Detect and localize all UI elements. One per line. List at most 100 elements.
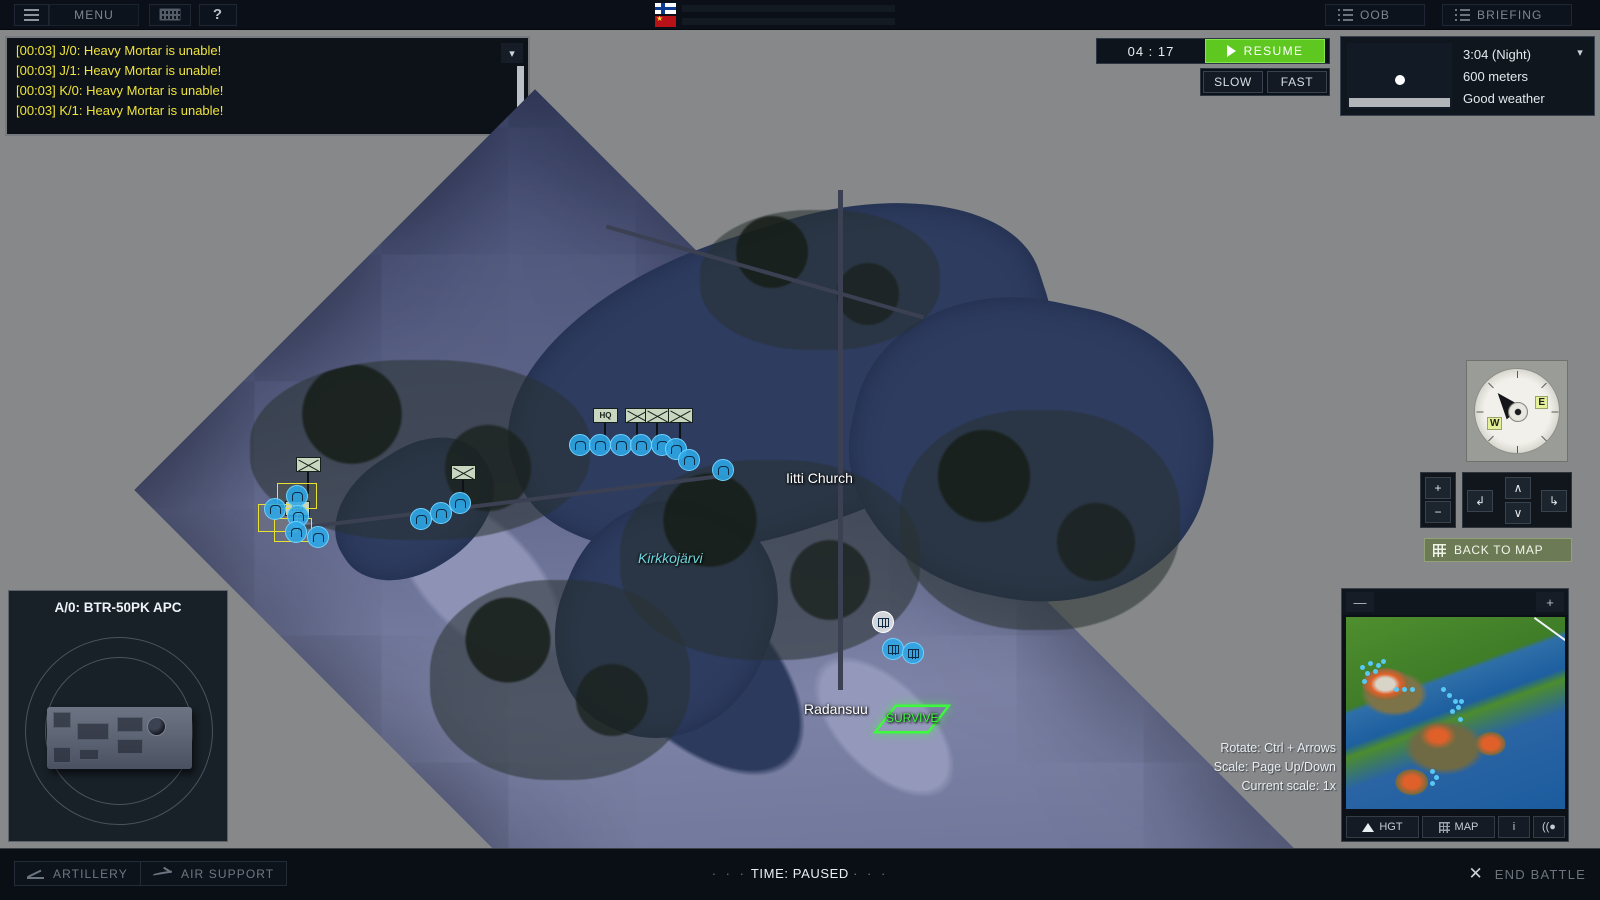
nato-marker[interactable] bbox=[668, 408, 693, 423]
map-label-settlement: Radansuu bbox=[804, 701, 868, 717]
keyboard-shortcuts-button[interactable] bbox=[149, 4, 191, 26]
minimap-zoom-bar: — + bbox=[1342, 589, 1568, 615]
nato-marker[interactable] bbox=[645, 408, 670, 423]
grid-icon bbox=[1433, 544, 1446, 557]
unit-marker[interactable] bbox=[449, 492, 471, 514]
minimap-tab-label: HGT bbox=[1379, 821, 1402, 833]
unit-marker[interactable] bbox=[678, 449, 700, 471]
close-icon: ✕ bbox=[1469, 864, 1483, 884]
forest-area bbox=[430, 580, 690, 780]
minimap-tab-height[interactable]: HGT bbox=[1346, 816, 1419, 838]
soviet-flag-icon bbox=[655, 16, 676, 27]
unit-marker[interactable] bbox=[264, 498, 286, 520]
compass-rose: E W bbox=[1474, 368, 1560, 454]
infantry-symbol-icon bbox=[297, 458, 320, 471]
bottom-command-bar: ARTILLERY AIR SUPPORT · · · TIME: PAUSED… bbox=[0, 848, 1600, 900]
weather-conditions: Good weather bbox=[1463, 91, 1588, 106]
menu-button[interactable]: MENU bbox=[49, 4, 139, 26]
weather-panel[interactable]: 3:04 (Night) 600 meters Good weather ▾ bbox=[1340, 36, 1595, 116]
dots-right: · · · bbox=[853, 866, 888, 881]
back-to-map-label: BACK TO MAP bbox=[1454, 543, 1543, 557]
vehicle-silhouette bbox=[47, 707, 192, 769]
info-icon: i bbox=[1513, 821, 1515, 833]
compass-west-label: W bbox=[1487, 417, 1502, 430]
end-battle-button[interactable]: ✕ END BATTLE bbox=[1469, 864, 1586, 884]
turret-icon bbox=[147, 717, 166, 736]
time-row-speed: SLOW FAST bbox=[1200, 68, 1330, 96]
mountain-icon bbox=[1362, 823, 1374, 832]
moon-icon bbox=[1395, 75, 1405, 85]
fast-speed-button[interactable]: FAST bbox=[1267, 71, 1327, 93]
nato-marker[interactable] bbox=[451, 465, 476, 480]
zoom-out-button[interactable]: − bbox=[1425, 501, 1451, 523]
help-button[interactable]: ? bbox=[199, 4, 237, 26]
artillery-button[interactable]: ARTILLERY bbox=[14, 861, 141, 886]
play-icon bbox=[1227, 45, 1236, 57]
zoom-controls: + − bbox=[1420, 472, 1456, 528]
grid-icon bbox=[1439, 822, 1450, 833]
minimap-tab-map[interactable]: MAP bbox=[1422, 816, 1495, 838]
unit-marker[interactable] bbox=[610, 434, 632, 456]
help-scale: Scale: Page Up/Down bbox=[1214, 758, 1336, 777]
menu-icon-button[interactable] bbox=[14, 4, 49, 26]
map-label-objective: SURVIVE bbox=[886, 711, 938, 725]
slow-speed-button[interactable]: SLOW bbox=[1203, 71, 1263, 93]
forest-area bbox=[900, 410, 1180, 630]
minimap-zoom-out-button[interactable]: — bbox=[1346, 592, 1374, 612]
unit-marker-enemy[interactable] bbox=[872, 611, 894, 633]
dots-left: · · · bbox=[712, 866, 747, 881]
briefing-label: BRIEFING bbox=[1477, 8, 1542, 22]
compass-hub bbox=[1508, 402, 1528, 422]
viewport-indicator bbox=[1535, 617, 1565, 647]
infantry-symbol-icon bbox=[452, 466, 475, 479]
unit-marker[interactable] bbox=[630, 434, 652, 456]
unit-marker[interactable] bbox=[307, 526, 329, 548]
rotate-right-icon: ↳ bbox=[1549, 494, 1559, 508]
unit-marker[interactable] bbox=[410, 508, 432, 530]
briefing-button-wrap: BRIEFING bbox=[1442, 4, 1572, 26]
unit-info-panel[interactable]: A/0: BTR-50PK APC bbox=[8, 590, 228, 842]
back-to-map-button[interactable]: BACK TO MAP bbox=[1424, 538, 1572, 562]
unit-illustration bbox=[17, 629, 221, 833]
unit-marker[interactable] bbox=[286, 485, 308, 507]
help-label: ? bbox=[213, 6, 223, 23]
briefing-button[interactable]: BRIEFING bbox=[1442, 4, 1572, 26]
oob-button[interactable]: OOB bbox=[1325, 4, 1425, 26]
unit-marker[interactable] bbox=[569, 434, 591, 456]
top-menu-bar: MENU ? OOB BRIEFING bbox=[0, 0, 1600, 30]
time-control-panel: 04 : 17 RESUME SLOW FAST bbox=[1096, 38, 1330, 96]
air-support-label: AIR SUPPORT bbox=[181, 867, 274, 881]
minimap-panel[interactable]: — + bbox=[1341, 588, 1569, 842]
unit-marker[interactable] bbox=[589, 434, 611, 456]
help-rotate: Rotate: Ctrl + Arrows bbox=[1214, 739, 1336, 758]
signal-icon: ((● bbox=[1542, 821, 1556, 833]
chevron-down-icon: ▾ bbox=[1577, 46, 1583, 59]
nato-marker[interactable] bbox=[296, 457, 321, 472]
menu-label: MENU bbox=[74, 8, 114, 22]
help-current-scale: Current scale: 1x bbox=[1214, 777, 1336, 796]
nato-marker-hq[interactable]: HQ bbox=[593, 408, 618, 423]
compass-widget[interactable]: E W bbox=[1466, 360, 1568, 462]
rotate-right-button[interactable]: ↳ bbox=[1541, 490, 1567, 512]
unit-marker[interactable] bbox=[902, 642, 924, 664]
finland-strength-bar bbox=[682, 5, 895, 12]
force-row-finland bbox=[655, 3, 895, 14]
minimap-canvas[interactable] bbox=[1346, 617, 1565, 809]
finland-flag-icon bbox=[655, 3, 676, 14]
unit-marker[interactable] bbox=[712, 459, 734, 481]
minimap-zoom-in-button[interactable]: + bbox=[1536, 592, 1564, 612]
air-support-button[interactable]: AIR SUPPORT bbox=[140, 861, 287, 886]
zoom-in-button[interactable]: + bbox=[1425, 477, 1451, 499]
unit-marker[interactable] bbox=[882, 638, 904, 660]
compass-east-label: E bbox=[1535, 396, 1548, 409]
minimap-tab-signal[interactable]: ((● bbox=[1533, 816, 1565, 838]
resume-button[interactable]: RESUME bbox=[1205, 39, 1325, 63]
minimap-tab-info[interactable]: i bbox=[1498, 816, 1530, 838]
weather-expand-button[interactable]: ▾ bbox=[1570, 43, 1590, 61]
time-row-primary: 04 : 17 RESUME bbox=[1096, 38, 1330, 64]
tilt-down-button[interactable]: ∨ bbox=[1505, 502, 1531, 524]
unit-marker[interactable] bbox=[285, 521, 307, 543]
tilt-up-button[interactable]: ∧ bbox=[1505, 477, 1531, 499]
end-battle-label: END BATTLE bbox=[1495, 867, 1586, 882]
rotate-left-button[interactable]: ↲ bbox=[1467, 490, 1493, 512]
